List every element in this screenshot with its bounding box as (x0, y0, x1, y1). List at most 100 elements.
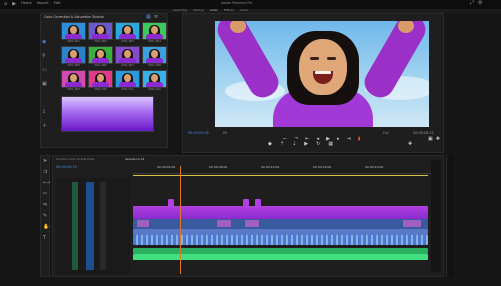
pen-icon[interactable]: ✎ (43, 214, 47, 219)
ruler-label: 00:00:12:00 (261, 165, 280, 169)
thumbnail-image (142, 46, 167, 64)
track-sync-column[interactable] (100, 182, 106, 270)
monitor-extra-tools: ▣ ✚ (428, 137, 440, 142)
work-area-bar[interactable] (133, 175, 428, 176)
quality-select[interactable]: Full (383, 131, 388, 135)
thumbnail-label: VSCL.001 (67, 40, 80, 43)
video-thumb[interactable] (217, 220, 231, 227)
hand-icon[interactable]: ✋ (43, 225, 49, 230)
top-label-import[interactable]: Import (37, 1, 49, 7)
face (124, 26, 131, 34)
track-select-icon[interactable]: ⇉ (43, 170, 47, 175)
project-thumbnail[interactable]: VSCL.009 (61, 70, 86, 92)
thumbnail-image (142, 70, 167, 88)
video-thumb[interactable] (403, 220, 421, 227)
project-thumbnail[interactable]: VSCL.010 (88, 70, 113, 92)
shirt (92, 82, 109, 87)
settings-wrench-icon[interactable]: ✚ (436, 137, 440, 142)
project-thumbnail[interactable]: VSCL.008 (142, 46, 167, 68)
thumbnail-image (142, 22, 167, 40)
purple-adjustment-clip[interactable] (133, 206, 428, 219)
project-thumbnail[interactable]: VSCL.011 (115, 70, 140, 92)
project-panel-title: Color Correction & Saturation Tutorial (44, 15, 104, 19)
record-icon[interactable]: ▮ (358, 137, 361, 142)
project-thumbnail[interactable]: VSCL.007 (115, 46, 140, 68)
filter-icon[interactable]: ⚲ (42, 54, 46, 59)
ripple-edit-icon[interactable]: ⟷ (43, 181, 50, 186)
purple-clip-segment[interactable] (168, 199, 174, 207)
track-target-column[interactable] (86, 182, 94, 270)
tab-audio[interactable]: Audio (240, 9, 249, 12)
top-label-home[interactable]: Home (21, 1, 32, 7)
panel-menu-icon[interactable]: ≡ (154, 15, 158, 20)
safe-margins-icon[interactable]: ▦ (328, 142, 333, 147)
project-thumbnail[interactable]: VSCL.005 (61, 46, 86, 68)
top-label-edit[interactable]: Edit (54, 1, 61, 7)
type-icon[interactable]: T (43, 236, 46, 241)
step-forward-icon[interactable]: ▸ (337, 137, 340, 142)
tab-assembly[interactable]: Assembly (173, 9, 187, 12)
search-icon[interactable]: ◉ (42, 40, 46, 45)
play-stop-button[interactable]: ▶ (304, 142, 308, 147)
slip-icon[interactable]: ⇋ (43, 203, 47, 208)
project-thumbnail[interactable]: VSCL.002 (88, 22, 113, 44)
new-item-icon[interactable]: ＋ (42, 124, 47, 129)
video-thumb[interactable] (245, 220, 259, 227)
face (151, 74, 158, 82)
project-thumbnail[interactable]: VSCL.006 (88, 46, 113, 68)
play-icon[interactable]: ▶ (12, 2, 16, 7)
top-right-controls: ⤢ ⚙ (470, 1, 483, 6)
ruler-label: 00:00:08:00 (209, 165, 228, 169)
label-icon[interactable]: ▣ (42, 82, 47, 87)
time-ruler[interactable]: 00:00:04:00 00:00:08:00 00:00:12:00 00:0… (133, 166, 433, 174)
extract-icon[interactable]: ⇣ (292, 142, 296, 147)
selection-tool-icon[interactable]: ➤ (43, 159, 47, 164)
export-frame-icon[interactable]: ▣ (428, 137, 433, 142)
top-left-controls: ⌂ ▶ Home Import Edit (4, 1, 61, 7)
video-clip-track[interactable] (133, 219, 428, 229)
project-thumbnail[interactable]: VSCL.003 (115, 22, 140, 44)
ruler-label: 00:00:16:00 (313, 165, 332, 169)
track-lock-column[interactable] (72, 182, 78, 270)
playhead[interactable] (180, 166, 181, 274)
audio-clip-waveform[interactable] (133, 235, 428, 245)
razor-icon[interactable]: ✂ (43, 192, 47, 197)
timeline-timecode[interactable]: 00:00:04:19 (56, 165, 77, 169)
thumbnail-label: VSCL.012 (148, 88, 161, 91)
thumbnail-image (61, 22, 86, 40)
add-marker-icon[interactable]: ◆ (268, 142, 272, 147)
tab-effects[interactable]: Effects (224, 9, 234, 12)
list-view-icon[interactable]: ▦ (146, 15, 151, 20)
zoom-select[interactable]: Fit (223, 131, 227, 135)
app-title: Adobe Premiere Pro (221, 1, 253, 5)
green-audio-clip-2[interactable] (133, 254, 428, 260)
go-to-out-icon[interactable]: ⇥ (347, 137, 351, 142)
project-thumbnail[interactable]: VSCL.001 (61, 22, 86, 44)
program-timecode-in[interactable]: 00:00:05:08 (188, 131, 209, 135)
thumbnail-grid: VSCL.001 VSCL.002 VSCL.003 VSCL.004 VSCL.005… (61, 22, 167, 94)
project-thumbnail[interactable]: VSCL.012 (142, 70, 167, 92)
import-icon[interactable]: ⇩ (42, 110, 46, 115)
lift-icon[interactable]: ⇡ (280, 142, 284, 147)
purple-clip-segment[interactable] (255, 199, 261, 207)
video-thumb[interactable] (137, 220, 149, 227)
bin-icon[interactable]: ▭ (42, 68, 47, 73)
purple-clip-segment[interactable] (243, 199, 249, 207)
tab-color[interactable]: Color (210, 9, 218, 12)
settings-icon[interactable]: ⚙ (478, 1, 482, 6)
right-scrollbar[interactable] (446, 155, 454, 277)
sequence-tab[interactable]: Sequence 01 (125, 158, 145, 161)
home-icon[interactable]: ⌂ (4, 2, 7, 7)
face (299, 39, 347, 95)
loop-icon[interactable]: ↻ (316, 142, 320, 147)
fullscreen-icon[interactable]: ⤢ (470, 1, 474, 6)
thumbnail-image (115, 22, 140, 40)
transport-row-2: ◆ ⇡ ⇣ ▶ ↻ ▦ (268, 142, 333, 147)
shirt (65, 58, 82, 63)
tab-editing[interactable]: Editing (193, 9, 203, 12)
button-editor-icon[interactable]: ✚ (408, 142, 412, 147)
thumbnail-image (115, 70, 140, 88)
project-thumbnail[interactable]: VSCL.004 (142, 22, 167, 44)
shirt (65, 34, 82, 39)
thumbnail-label: VSCL.003 (121, 40, 134, 43)
